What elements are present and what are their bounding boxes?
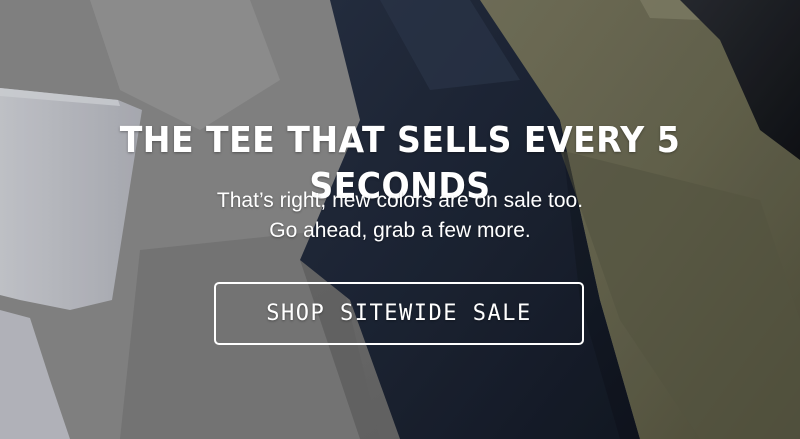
- hero-subtitle-line-1: That’s right, new colors are on sale too…: [216, 189, 584, 212]
- hero-banner: THE TEE THAT SELLS EVERY 5 SECONDS That’…: [0, 0, 800, 439]
- shop-sitewide-sale-button[interactable]: SHOP SITEWIDE SALE: [214, 282, 584, 345]
- hero-subtitle: That’s right, new colors are on sale too…: [0, 186, 800, 246]
- cta-button-label: SHOP SITEWIDE SALE: [266, 301, 532, 326]
- hero-content: THE TEE THAT SELLS EVERY 5 SECONDS That’…: [0, 0, 800, 439]
- hero-subtitle-line-2: Go ahead, grab a few more.: [269, 219, 531, 242]
